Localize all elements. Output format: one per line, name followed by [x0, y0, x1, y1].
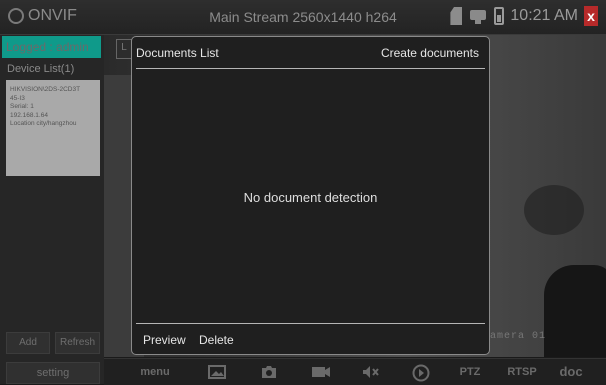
device-model-suffix: 45-I3	[10, 94, 25, 102]
documents-dialog: Documents List Create documents No docum…	[131, 36, 490, 355]
close-icon[interactable]: x	[584, 6, 598, 26]
add-button[interactable]: Add	[6, 332, 50, 354]
clock: 10:21 AM	[510, 7, 578, 24]
refresh-button[interactable]: Refresh	[55, 332, 100, 354]
battery-icon	[494, 7, 505, 25]
doc-button[interactable]: doc	[556, 362, 586, 382]
ptz-button[interactable]: PTZ	[456, 362, 484, 382]
logged-in-badge: Logged : admin	[2, 36, 101, 58]
device-ip: 192.168.1.64	[10, 111, 48, 119]
dialog-title: Documents List	[136, 46, 219, 60]
network-icon	[468, 8, 488, 24]
empty-state-message: No document detection	[243, 190, 378, 205]
status-bar: ONVIF Main Stream 2560x1440 h264 10:21 A…	[0, 0, 606, 35]
menu-button[interactable]: menu	[138, 362, 172, 382]
device-model: HIKVISION\2DS-2CD3T	[10, 86, 81, 93]
create-documents-button[interactable]: Create documents	[381, 46, 479, 60]
setting-button[interactable]: setting	[6, 362, 100, 384]
bottom-toolbar: menu PTZ RTSP doc	[104, 358, 606, 385]
status-icons: 10:21 AM x	[450, 6, 598, 26]
tab-stub[interactable]: L	[116, 39, 132, 59]
camera-icon[interactable]	[260, 362, 278, 382]
video-chair	[544, 265, 606, 357]
rtsp-button[interactable]: RTSP	[506, 362, 538, 382]
sd-card-icon	[450, 7, 463, 25]
camera-osd-label: amera 01	[490, 331, 547, 342]
footer-divider	[136, 323, 485, 324]
image-icon[interactable]	[208, 362, 226, 382]
mute-icon[interactable]	[360, 362, 380, 382]
device-serial: Serial: 1	[10, 103, 34, 110]
video-plant	[524, 185, 584, 235]
header-divider	[136, 68, 485, 69]
left-panel: Logged : admin Device List(1) HIKVISION\…	[0, 35, 104, 384]
delete-button[interactable]: Delete	[199, 333, 234, 347]
device-card[interactable]: HIKVISION\2DS-2CD3T 45-I3 Serial: 1 192.…	[6, 80, 100, 176]
play-icon[interactable]	[412, 362, 430, 382]
video-record-icon[interactable]	[310, 362, 332, 382]
device-list-label: Device List(1)	[7, 63, 75, 75]
preview-button[interactable]: Preview	[143, 333, 186, 347]
device-location: Location city/hangzhou	[10, 120, 77, 127]
